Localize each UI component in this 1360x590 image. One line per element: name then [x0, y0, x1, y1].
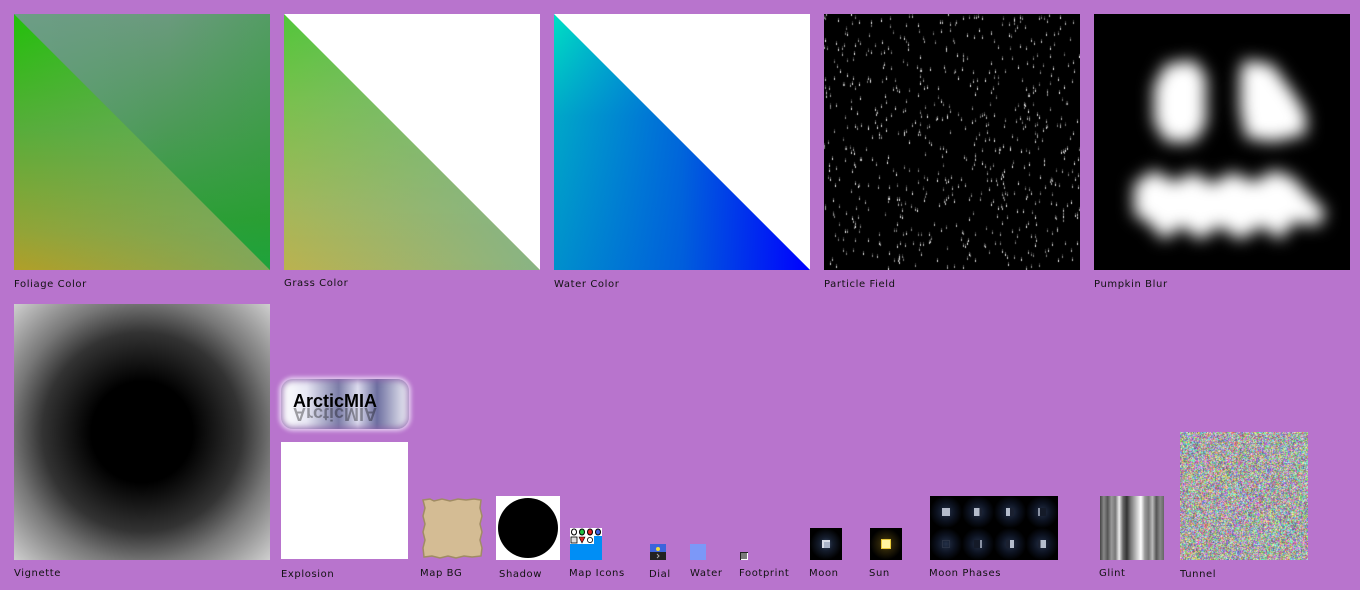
- footprint-texture: [740, 552, 748, 560]
- pumpkin-blur-label: Pumpkin Blur: [1094, 279, 1168, 290]
- moon-phase-last-quarter: [994, 496, 1026, 528]
- water-color-texture: [554, 14, 810, 270]
- pumpkin-blur-texture: [1094, 14, 1350, 270]
- map-icons-label: Map Icons: [569, 568, 625, 579]
- grass-color-texture: [284, 14, 540, 270]
- moon-phase-first-quarter: [994, 528, 1026, 560]
- tunnel-texture: [1180, 432, 1308, 560]
- map-icons-texture: [570, 528, 602, 560]
- logo-reflection: ArcticMIA: [293, 404, 378, 424]
- water-color-label: Water Color: [554, 279, 620, 290]
- grass-color-label: Grass Color: [284, 278, 349, 289]
- moon-phase-waxing-crescent: [962, 528, 994, 560]
- moon-phase-waxing-gibbous: [1026, 528, 1058, 560]
- sun-moon-dial-icon: [650, 544, 666, 560]
- parchment-icon: [422, 498, 483, 559]
- moon-texture: [810, 528, 842, 560]
- map-bg-texture: [420, 496, 484, 560]
- tunnel-noise-canvas: [1180, 432, 1308, 560]
- particle-field-canvas: [824, 14, 1080, 270]
- shadow-texture: [496, 496, 560, 560]
- map-markers-icon: [570, 528, 602, 544]
- moon-label: Moon: [809, 568, 839, 579]
- particle-field-label: Particle Field: [824, 279, 896, 290]
- moon-icon: [822, 540, 830, 548]
- dial-label: Dial: [649, 569, 671, 580]
- pumpkin-face-icon: [1134, 60, 1326, 240]
- moon-phase-waning-gibbous: [962, 496, 994, 528]
- explosion-texture: [281, 442, 408, 559]
- particle-field-texture: [824, 14, 1080, 270]
- shadow-label: Shadow: [499, 569, 543, 580]
- shadow-disc: [498, 498, 558, 558]
- moon-phases-label: Moon Phases: [929, 568, 1002, 579]
- explosion-label: Explosion: [281, 569, 335, 580]
- tunnel-label: Tunnel: [1180, 569, 1217, 580]
- moon-phase-full: [930, 496, 962, 528]
- arcticmia-logo: ArcticMIA ArcticMIA: [281, 379, 409, 429]
- moon-phase-new: [930, 528, 962, 560]
- sun-label: Sun: [869, 568, 890, 579]
- dial-texture: [650, 544, 666, 560]
- vignette-texture: [14, 304, 270, 560]
- water-label: Water: [690, 568, 723, 579]
- glint-texture: [1100, 496, 1164, 560]
- water-icon-texture: [690, 544, 706, 560]
- foliage-color-label: Foliage Color: [14, 279, 87, 290]
- sun-icon: [882, 540, 890, 548]
- sun-texture: [870, 528, 902, 560]
- footprint-label: Footprint: [739, 568, 790, 579]
- glint-label: Glint: [1099, 568, 1126, 579]
- map-bg-label: Map BG: [420, 568, 463, 579]
- moon-phases-texture: [930, 496, 1058, 560]
- foliage-color-texture: [14, 14, 270, 270]
- moon-phase-waning-crescent: [1026, 496, 1058, 528]
- vignette-label: Vignette: [14, 568, 62, 579]
